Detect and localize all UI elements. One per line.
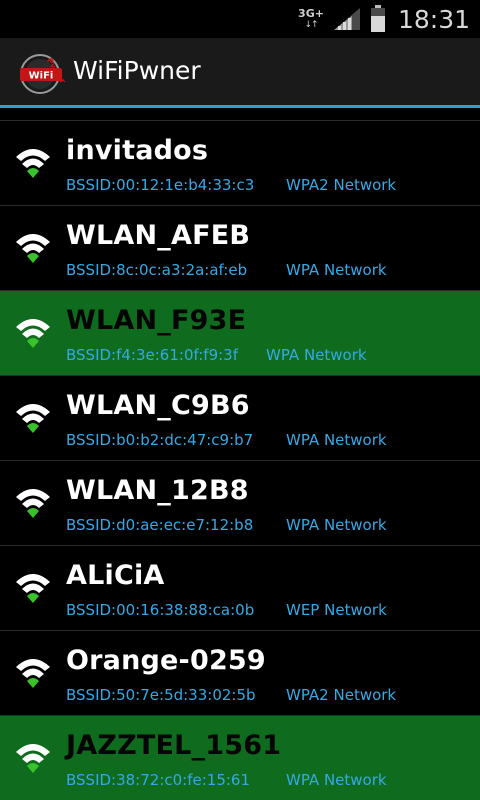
network-ssid: WLAN_AFEB xyxy=(66,220,251,251)
network-row-highlighted[interactable]: JAZZTEL_1561 BSSID:38:72:c0:fe:15:61 WPA… xyxy=(0,716,480,800)
signal-strength-icon xyxy=(333,8,360,30)
network-security: WPA Network xyxy=(266,346,367,364)
network-security: WEP Network xyxy=(286,601,387,619)
network-row[interactable]: WLAN_C9B6 BSSID:b0:b2:dc:47:c9:b7 WPA Ne… xyxy=(0,376,480,461)
network-ssid: WLAN_F93E xyxy=(66,305,247,336)
network-bssid: BSSID:f4:3e:61:0f:f9:3f xyxy=(66,346,238,364)
app-title: WiFiPwner xyxy=(73,56,201,85)
wifi-signal-icon xyxy=(16,744,50,773)
network-row[interactable]: WLAN_AFEB BSSID:8c:0c:a3:2a:af:eb WPA Ne… xyxy=(0,206,480,291)
wifi-signal-icon xyxy=(16,234,50,263)
wifi-signal-icon xyxy=(16,659,50,688)
network-row[interactable]: invitados BSSID:00:12:1e:b4:33:c3 WPA2 N… xyxy=(0,121,480,206)
status-bar: 3G+ ↓↑ 18:31 xyxy=(0,0,480,38)
network-type-indicator: 3G+ ↓↑ xyxy=(298,7,324,31)
app-action-bar: WiFi Pwner WiFiPwner xyxy=(0,38,480,108)
network-row[interactable]: ALiCiA BSSID:00:16:38:88:ca:0b WEP Netwo… xyxy=(0,546,480,631)
network-ssid: WLAN_12B8 xyxy=(66,475,249,506)
network-bssid: BSSID:50:7e:5d:33:02:5b xyxy=(66,686,256,704)
network-security: WPA Network xyxy=(286,431,387,449)
network-row[interactable]: WLAN_12B8 BSSID:d0:ae:ec:e7:12:b8 WPA Ne… xyxy=(0,461,480,546)
wifi-signal-icon xyxy=(16,574,50,603)
network-security: WPA2 Network xyxy=(286,176,397,194)
network-ssid: WLAN_C9B6 xyxy=(66,390,250,421)
network-security: WPA Network xyxy=(286,516,387,534)
network-ssid: Orange-0259 xyxy=(66,645,266,676)
network-bssid: BSSID:8c:0c:a3:2a:af:eb xyxy=(66,261,248,279)
network-security: WPA Network xyxy=(286,771,387,789)
network-list[interactable]: invitados BSSID:00:12:1e:b4:33:c3 WPA2 N… xyxy=(0,121,480,800)
network-security: WPA2 Network xyxy=(286,686,397,704)
network-row-highlighted[interactable]: WLAN_F93E BSSID:f4:3e:61:0f:f9:3f WPA Ne… xyxy=(0,291,480,376)
network-security: WPA Network xyxy=(286,261,387,279)
wifi-signal-icon xyxy=(16,149,50,178)
network-bssid: BSSID:d0:ae:ec:e7:12:b8 xyxy=(66,516,254,534)
clock: 18:31 xyxy=(397,4,470,34)
network-bssid: BSSID:00:16:38:88:ca:0b xyxy=(66,601,255,619)
network-bssid: BSSID:38:72:c0:fe:15:61 xyxy=(66,771,251,789)
app-logo-icon[interactable]: WiFi Pwner xyxy=(18,50,68,96)
status-icons: 3G+ ↓↑ 18:31 xyxy=(298,0,470,38)
network-ssid: JAZZTEL_1561 xyxy=(66,730,282,761)
wifi-signal-icon xyxy=(16,489,50,518)
network-row[interactable]: Orange-0259 BSSID:50:7e:5d:33:02:5b WPA2… xyxy=(0,631,480,716)
logo-text: WiFi xyxy=(29,71,54,82)
wifi-signal-icon xyxy=(16,319,50,348)
network-ssid: ALiCiA xyxy=(66,560,165,591)
network-bssid: BSSID:00:12:1e:b4:33:c3 xyxy=(66,176,255,194)
header-separator xyxy=(0,111,480,121)
wifi-signal-icon xyxy=(16,404,50,433)
battery-icon xyxy=(370,5,385,32)
network-bssid: BSSID:b0:b2:dc:47:c9:b7 xyxy=(66,431,254,449)
network-ssid: invitados xyxy=(66,135,209,166)
data-activity-icon: ↓↑ xyxy=(304,20,318,30)
network-type-label: 3G+ xyxy=(298,7,324,20)
